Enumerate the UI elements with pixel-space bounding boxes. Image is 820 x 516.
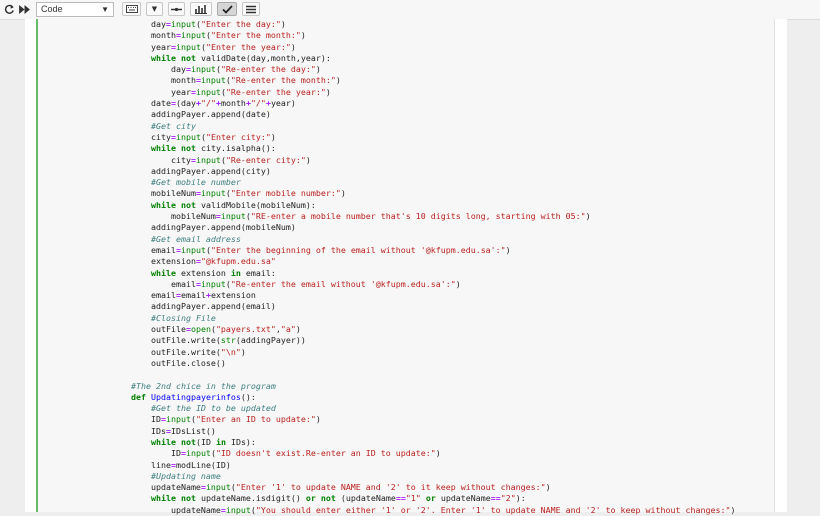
code-line[interactable]: while not city.isalpha(): bbox=[131, 143, 771, 154]
code-line[interactable]: year=input("Re-enter the year:") bbox=[131, 87, 771, 98]
cell-type-select[interactable]: Code ▼ bbox=[36, 2, 114, 17]
chart-button[interactable] bbox=[190, 2, 212, 16]
code-line[interactable]: addingPayer.append(mobileNum) bbox=[131, 222, 771, 233]
code-line[interactable]: #Get email address bbox=[131, 234, 771, 245]
selected-cell-indicator bbox=[36, 19, 38, 512]
dropdown-button[interactable]: ▼ bbox=[146, 2, 163, 16]
chart-icon bbox=[195, 5, 207, 14]
code-line[interactable]: ID=input("ID doesn't exist.Re-enter an I… bbox=[131, 448, 771, 459]
code-line[interactable]: mobileNum=input("Enter mobile number:") bbox=[131, 188, 771, 199]
code-line[interactable]: while not validDate(day,month,year): bbox=[131, 53, 771, 64]
chevron-down-icon: ▼ bbox=[101, 5, 109, 14]
code-line[interactable]: extension="@kfupm.edu.sa" bbox=[131, 256, 771, 267]
notebook-toolbar: Code ▼ ▼ bbox=[0, 0, 820, 20]
code-line[interactable]: while extension in email: bbox=[131, 268, 771, 279]
code-line[interactable]: outFile.write("\n") bbox=[131, 347, 771, 358]
separator-icon bbox=[171, 7, 182, 11]
code-line[interactable]: #Get city bbox=[131, 121, 771, 132]
code-line[interactable]: month=input("Re-enter the month:") bbox=[131, 75, 771, 86]
code-line[interactable]: #Get the ID to be updated bbox=[131, 403, 771, 414]
code-line[interactable]: year=input("Enter the year:") bbox=[131, 42, 771, 53]
code-line[interactable]: #The 2nd chice in the program bbox=[131, 381, 771, 392]
code-line[interactable]: email=input("Re-enter the email without … bbox=[131, 279, 771, 290]
separator-button[interactable] bbox=[168, 2, 185, 16]
code-line[interactable]: city=input("Re-enter city:") bbox=[131, 155, 771, 166]
code-line[interactable]: addingPayer.append(email) bbox=[131, 301, 771, 312]
code-line[interactable]: outFile.write(str(addingPayer)) bbox=[131, 335, 771, 346]
code-line[interactable]: day=input("Enter the day:") bbox=[131, 19, 771, 30]
code-line[interactable]: #Get mobile number bbox=[131, 177, 771, 188]
check-button[interactable] bbox=[217, 2, 237, 16]
dropdown-icon: ▼ bbox=[151, 5, 158, 13]
refresh-icon[interactable] bbox=[3, 2, 15, 16]
code-line[interactable]: #Closing File bbox=[131, 313, 771, 324]
code-line[interactable]: city=input("Enter city:") bbox=[131, 132, 771, 143]
code-line[interactable]: day=input("Re-enter the day:") bbox=[131, 64, 771, 75]
code-line[interactable]: def Updatingpayerinfos(): bbox=[131, 392, 771, 403]
check-icon bbox=[221, 4, 233, 14]
code-line[interactable]: outFile=open("payers.txt","a") bbox=[131, 324, 771, 335]
code-line[interactable]: addingPayer.append(city) bbox=[131, 166, 771, 177]
code-line[interactable]: addingPayer.append(date) bbox=[131, 109, 771, 120]
code-line[interactable]: email=input("Enter the beginning of the … bbox=[131, 245, 771, 256]
code-line[interactable] bbox=[131, 369, 771, 380]
list-icon bbox=[246, 5, 256, 13]
code-line[interactable]: updateName=input("You should enter eithe… bbox=[131, 505, 771, 516]
code-line[interactable]: while not(ID in IDs): bbox=[131, 437, 771, 448]
fast-forward-icon[interactable] bbox=[18, 2, 31, 16]
keyboard-button[interactable] bbox=[122, 2, 141, 16]
code-line[interactable]: while not validMobile(mobileNum): bbox=[131, 200, 771, 211]
code-line[interactable]: line=modLine(ID) bbox=[131, 460, 771, 471]
keyboard-icon bbox=[125, 5, 138, 13]
code-line[interactable]: email=email+extension bbox=[131, 290, 771, 301]
list-button[interactable] bbox=[242, 2, 260, 16]
code-line[interactable]: month=input("Enter the month:") bbox=[131, 30, 771, 41]
code-cell[interactable]: day=input("Enter the day:") month=input(… bbox=[131, 19, 771, 516]
code-line[interactable]: outFile.close() bbox=[131, 358, 771, 369]
code-line[interactable]: ID=input("Enter an ID to update:") bbox=[131, 414, 771, 425]
cell-type-value: Code bbox=[41, 4, 63, 14]
code-line[interactable]: #Updating name bbox=[131, 471, 771, 482]
code-line[interactable]: date=(day+"/"+month+"/"+year) bbox=[131, 98, 771, 109]
code-line[interactable]: while not updateName.isdigit() or not (u… bbox=[131, 493, 771, 504]
code-line[interactable]: IDs=IDsList() bbox=[131, 426, 771, 437]
code-line[interactable]: updateName=input("Enter '1' to update NA… bbox=[131, 482, 771, 493]
code-line[interactable]: mobileNum=input("RE-enter a mobile numbe… bbox=[131, 211, 771, 222]
